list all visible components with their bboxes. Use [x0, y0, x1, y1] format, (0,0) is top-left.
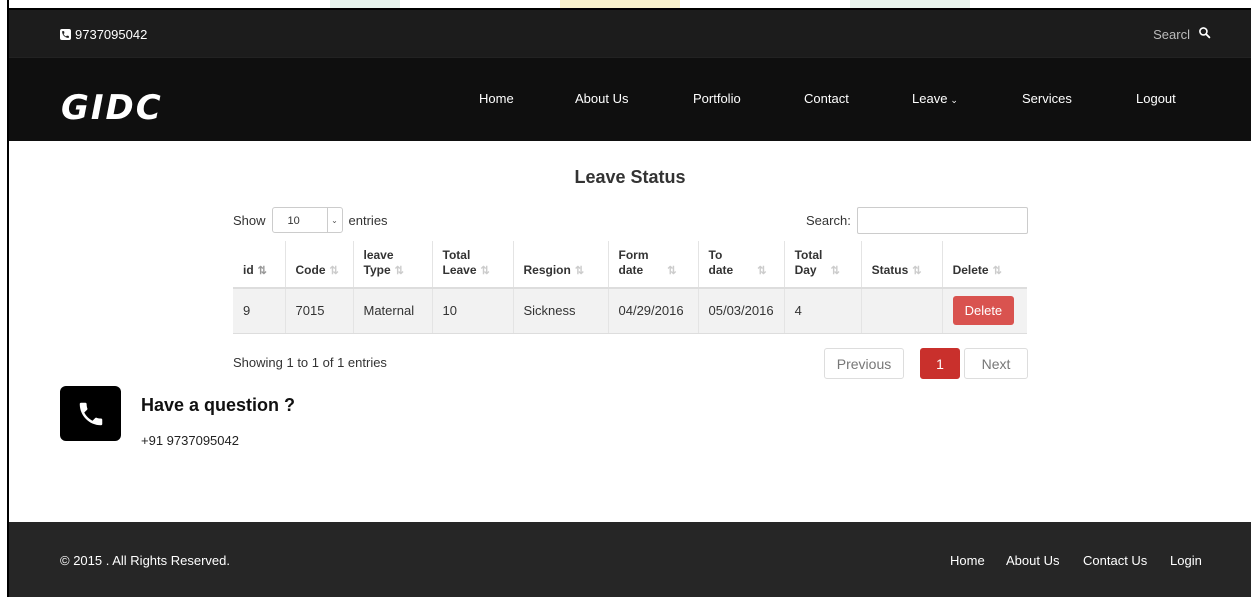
- cell-leave-type: Maternal: [352, 288, 432, 334]
- footer-link-about-us[interactable]: About Us: [1006, 553, 1059, 568]
- header-label: Code: [295, 263, 326, 277]
- header-label: Day: [794, 263, 817, 277]
- table-search-input[interactable]: [856, 207, 1028, 234]
- delete-button[interactable]: Delete: [952, 296, 1015, 326]
- column-header-leave-type[interactable]: leave Type ⇅: [352, 241, 432, 289]
- left-edge: [0, 0, 9, 597]
- cell-total-leave: 10: [431, 288, 513, 334]
- banner-decoration: [560, 0, 680, 8]
- contact-phone[interactable]: +91 9737095042: [141, 433, 239, 448]
- nav-item-leave-label: Leave: [912, 91, 948, 106]
- sort-icon: ⇅: [757, 265, 767, 277]
- header-label: Form: [618, 248, 649, 262]
- column-header-total-leave[interactable]: Total Leave ⇅: [431, 241, 513, 289]
- entries-label: entries: [348, 212, 388, 228]
- page-1-button[interactable]: 1: [920, 348, 960, 379]
- page-title: Leave Status: [574, 167, 686, 187]
- nav-item-about-us[interactable]: About Us: [575, 91, 628, 106]
- banner-decoration: [330, 0, 400, 8]
- header-label: Delete: [952, 263, 989, 277]
- table-info: Showing 1 to 1 of 1 entries: [233, 355, 387, 370]
- show-entries-control: Show 10 ⌄ entries: [233, 207, 388, 233]
- column-header-to-date[interactable]: To date ⇅: [697, 241, 785, 289]
- main-navbar: GIDC Home About Us Portfolio Contact Lea…: [9, 57, 1251, 141]
- top-search[interactable]: Searcl: [1153, 26, 1211, 42]
- nav-item-contact[interactable]: Contact: [804, 91, 849, 106]
- site-footer: © 2015 . All Rights Reserved. Home About…: [9, 522, 1251, 597]
- leave-status-table: id ⇅ Code ⇅ leave Type ⇅ Total Leave ⇅ Resgion…: [233, 241, 1028, 334]
- main-content: Leave Status Show 10 ⌄ entries Search: i…: [9, 141, 1251, 522]
- column-header-reason[interactable]: Resgion ⇅: [512, 241, 608, 289]
- sort-icon: ⇅: [480, 265, 490, 277]
- sort-icon: ⇅: [329, 265, 339, 277]
- top-search-label: Searcl: [1153, 26, 1190, 42]
- next-page-button[interactable]: Next: [964, 348, 1028, 379]
- table-header-row: id ⇅ Code ⇅ leave Type ⇅ Total Leave ⇅ Resgion…: [233, 241, 1028, 289]
- column-header-status[interactable]: Status ⇅: [860, 241, 943, 289]
- sort-icon: ⇅: [830, 265, 840, 277]
- header-label: id: [243, 263, 254, 277]
- banner-decoration: [850, 0, 970, 8]
- question-heading: Have a question ?: [141, 395, 296, 415]
- table-row: 9 7015 Maternal 10 Sickness 04/29/2016 0…: [233, 288, 1028, 334]
- top-bar: 9737095042 Searcl: [9, 10, 1251, 57]
- previous-page-button[interactable]: Previous: [824, 348, 904, 379]
- header-label: Resgion: [523, 263, 571, 277]
- nav-item-services[interactable]: Services: [1022, 91, 1072, 106]
- header-label: To: [708, 248, 723, 262]
- column-header-total-day[interactable]: Total Day ⇅: [783, 241, 862, 289]
- header-label: Total: [794, 248, 823, 262]
- cell-total-day: 4: [783, 288, 862, 334]
- column-header-from-date[interactable]: Form date ⇅: [607, 241, 698, 289]
- header-label: Leave: [442, 263, 477, 277]
- cell-to-date: 05/03/2016: [697, 288, 785, 334]
- nav-item-portfolio[interactable]: Portfolio: [693, 91, 741, 106]
- header-label: date: [618, 263, 644, 277]
- cell-delete: Delete: [941, 288, 1028, 334]
- nav-item-leave[interactable]: Leave ⌄: [912, 91, 958, 106]
- table-search: Search:: [806, 207, 1028, 234]
- cell-from-date: 04/29/2016: [607, 288, 698, 334]
- sort-icon: ⇅: [574, 265, 585, 277]
- sort-icon: ⇅: [912, 265, 922, 277]
- phone-icon: [60, 29, 71, 40]
- header-label: leave: [363, 248, 394, 262]
- header-label: Total: [442, 248, 471, 262]
- page-size-value: 10: [287, 215, 300, 227]
- chevron-down-icon: ⌄: [950, 95, 958, 105]
- column-header-code[interactable]: Code ⇅: [284, 241, 353, 289]
- table-search-label: Search:: [806, 213, 851, 228]
- copyright-text: © 2015 . All Rights Reserved.: [60, 553, 230, 568]
- sort-icon: ⇅: [394, 265, 404, 277]
- top-phone-number: 9737095042: [75, 27, 148, 42]
- top-phone[interactable]: 9737095042: [60, 27, 147, 42]
- sort-icon: ⇅: [992, 265, 1002, 277]
- page-size-select[interactable]: 10 ⌄: [271, 207, 343, 233]
- cell-id: 9: [233, 288, 285, 334]
- column-header-id[interactable]: id ⇅: [233, 241, 285, 289]
- call-icon: [60, 386, 121, 441]
- nav-item-logout[interactable]: Logout: [1136, 91, 1176, 106]
- cell-reason: Sickness: [512, 288, 608, 334]
- column-header-delete[interactable]: Delete ⇅: [941, 241, 1028, 289]
- header-label: Status: [871, 263, 909, 277]
- sort-icon: ⇅: [667, 265, 677, 277]
- chevron-down-icon: ⌄: [326, 208, 342, 232]
- show-label: Show: [233, 212, 266, 228]
- footer-link-home[interactable]: Home: [950, 553, 985, 568]
- header-label: date: [708, 263, 734, 277]
- site-logo[interactable]: GIDC: [61, 88, 163, 128]
- nav-item-home[interactable]: Home: [479, 91, 514, 106]
- cell-code: 7015: [284, 288, 353, 334]
- sort-asc-icon: ⇅: [257, 265, 267, 277]
- search-icon[interactable]: [1198, 26, 1211, 42]
- top-edge-banner: [0, 0, 1251, 10]
- header-label: Type: [363, 263, 391, 277]
- footer-link-contact-us[interactable]: Contact Us: [1083, 553, 1147, 568]
- footer-link-login[interactable]: Login: [1170, 553, 1202, 568]
- cell-status: [860, 288, 943, 334]
